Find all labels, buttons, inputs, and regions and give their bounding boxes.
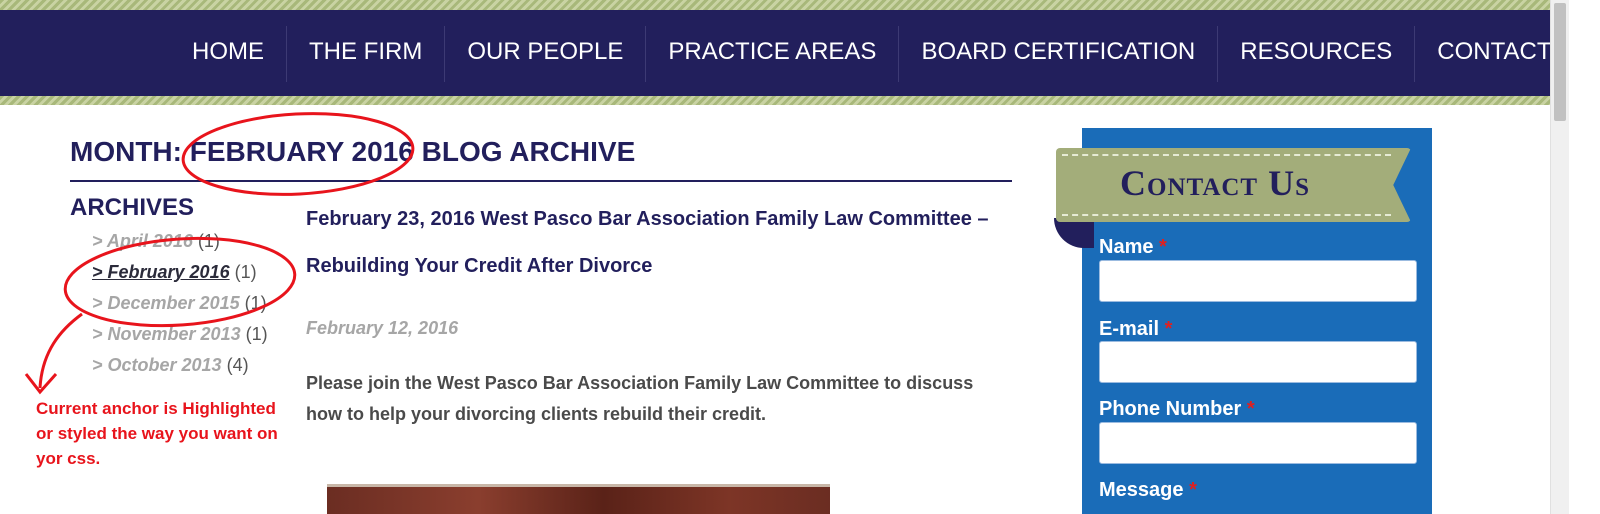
phone-field[interactable] <box>1099 422 1417 464</box>
archive-item: > October 2013 (4) <box>92 355 302 386</box>
archive-link-december-2015[interactable]: > December 2015 <box>92 293 240 313</box>
post-image <box>327 484 830 514</box>
required-mark: * <box>1246 398 1255 420</box>
archive-list: > April 2016 (1) > February 2016 (1) > D… <box>92 231 302 386</box>
name-label: Name * <box>1099 236 1167 259</box>
post-title-link[interactable]: February 23, 2016 West Pasco Bar Associa… <box>306 196 1016 290</box>
nav-board-certification[interactable]: BOARD CERTIFICATION <box>898 26 1217 82</box>
vertical-scrollbar[interactable] <box>1550 0 1569 514</box>
archive-link-november-2013[interactable]: > November 2013 <box>92 324 241 344</box>
scrollbar-thumb[interactable] <box>1554 3 1566 121</box>
nav-practice-areas[interactable]: PRACTICE AREAS <box>645 26 898 82</box>
ribbon-fold <box>1054 218 1094 248</box>
post-date: February 12, 2016 <box>306 318 459 338</box>
archive-count: (1) <box>245 324 268 344</box>
archive-item: > February 2016 (1) <box>92 262 302 293</box>
phone-label: Phone Number * <box>1099 398 1255 421</box>
message-label-text: Message <box>1099 479 1184 501</box>
required-mark: * <box>1189 479 1197 501</box>
archive-count: (1) <box>197 231 220 251</box>
contact-ribbon: Contact Us <box>1056 148 1411 222</box>
email-label-text: E-mail <box>1099 318 1160 340</box>
archives-heading: ARCHIVES <box>70 194 195 221</box>
archive-link-february-2016[interactable]: > February 2016 <box>92 262 230 282</box>
name-label-text: Name <box>1099 236 1154 258</box>
archive-count: (4) <box>226 355 249 375</box>
name-field[interactable] <box>1099 260 1417 302</box>
email-field[interactable] <box>1099 341 1417 383</box>
main-nav-bar: HOME THE FIRM OUR PEOPLE PRACTICE AREAS … <box>0 10 1591 96</box>
nav-home[interactable]: HOME <box>170 26 286 82</box>
required-mark: * <box>1159 236 1167 258</box>
top-decor-stripe <box>0 0 1550 10</box>
email-label: E-mail * <box>1099 318 1172 341</box>
message-label: Message * <box>1099 479 1197 502</box>
archive-count: (1) <box>234 262 257 282</box>
contact-ribbon-title: Contact Us <box>1120 163 1311 203</box>
required-mark: * <box>1164 318 1173 340</box>
nav-contact-us[interactable]: CONTACT US <box>1414 26 1600 82</box>
annotation-arrowhead <box>24 373 58 395</box>
archive-item: > December 2015 (1) <box>92 293 302 324</box>
title-divider <box>70 180 1012 182</box>
annotation-note: Current anchor is Highlighted or styled … <box>36 399 278 468</box>
page-title: MONTH: FEBRUARY 2016 BLOG ARCHIVE <box>70 136 636 167</box>
archive-link-october-2013[interactable]: > October 2013 <box>92 355 222 375</box>
phone-label-text: Phone Number <box>1099 398 1242 420</box>
nav-the-firm[interactable]: THE FIRM <box>286 26 444 82</box>
archive-item: > April 2016 (1) <box>92 231 302 262</box>
main-nav: HOME THE FIRM OUR PEOPLE PRACTICE AREAS … <box>170 26 1600 82</box>
archive-count: (1) <box>244 293 267 313</box>
archive-item: > November 2013 (1) <box>92 324 302 355</box>
bottom-decor-stripe <box>0 96 1550 105</box>
post-image-edge <box>327 484 830 487</box>
nav-our-people[interactable]: OUR PEOPLE <box>444 26 645 82</box>
annotation-arrow <box>38 312 83 389</box>
archive-link-april-2016[interactable]: > April 2016 <box>92 231 193 251</box>
post-excerpt: Please join the West Pasco Bar Associati… <box>306 373 974 424</box>
nav-resources[interactable]: RESOURCES <box>1217 26 1414 82</box>
